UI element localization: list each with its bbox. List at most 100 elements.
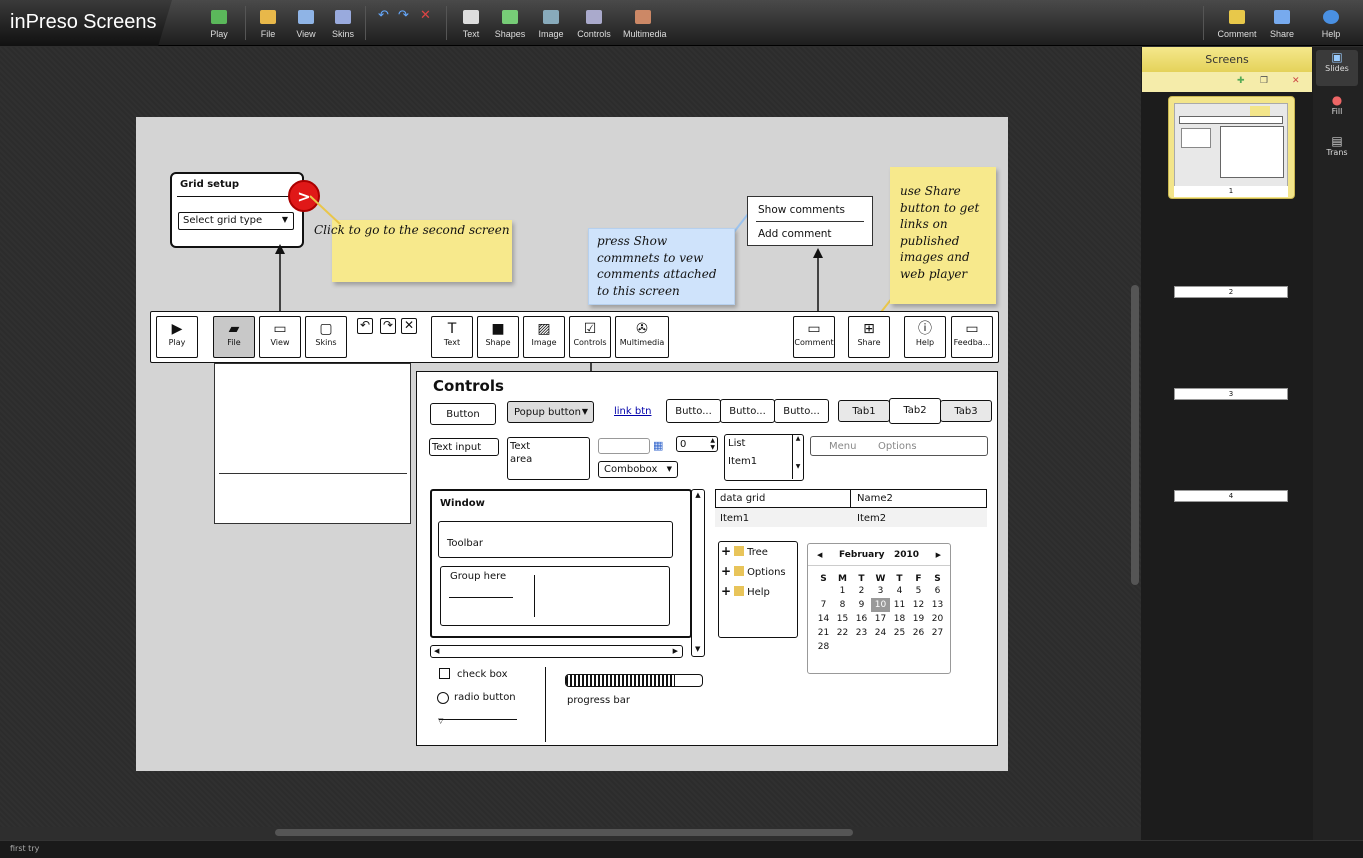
- calendar-day[interactable]: 14: [814, 612, 833, 626]
- slide-thumb-1[interactable]: 1: [1168, 96, 1295, 199]
- mock-list[interactable]: List Item1 ▲ ▼: [724, 434, 804, 481]
- mock-skins-button[interactable]: ▢ Skins: [305, 316, 347, 358]
- mock-button-label: Skins: [315, 338, 337, 347]
- mock-popup-button[interactable]: Popup button ▼: [507, 401, 594, 423]
- calendar-day[interactable]: 24: [871, 626, 890, 640]
- mock-multimedia-button[interactable]: ✇ Multimedia: [615, 316, 669, 358]
- mock-image-button[interactable]: ▨ Image: [523, 316, 565, 358]
- show-comments-item[interactable]: Show comments: [758, 204, 845, 216]
- calendar-day[interactable]: 2: [852, 584, 871, 598]
- delete-screen-icon[interactable]: ✕: [1292, 76, 1300, 86]
- mock-menu-bar[interactable]: Menu Options: [810, 436, 988, 456]
- mock-hscroll[interactable]: ◀ ▶: [430, 645, 683, 658]
- slide-thumb-3[interactable]: 3: [1174, 388, 1288, 400]
- calendar-day[interactable]: 21: [814, 626, 833, 640]
- mock-seg-2[interactable]: Butto...: [720, 399, 775, 423]
- calendar-day[interactable]: 15: [833, 612, 852, 626]
- mock-view-button[interactable]: ▭ View: [259, 316, 301, 358]
- mock-play-button[interactable]: ▶ Play: [156, 316, 198, 358]
- comment-menu: Show comments Add comment: [747, 196, 873, 246]
- tree-item[interactable]: + Options: [721, 564, 786, 578]
- calendar-day[interactable]: 5: [909, 584, 928, 598]
- calendar-day[interactable]: 13: [928, 598, 947, 612]
- calendar-day[interactable]: 6: [928, 584, 947, 598]
- slide-thumb-4[interactable]: 4: [1174, 490, 1288, 502]
- expand-icon[interactable]: +: [721, 544, 731, 558]
- tree-item[interactable]: + Help: [721, 584, 770, 598]
- mock-controls-button[interactable]: ☑ Controls: [569, 316, 611, 358]
- mock-button-label: Multimedia: [619, 338, 665, 347]
- mock-comment-button[interactable]: ▭ Comment: [793, 316, 835, 358]
- calendar-day[interactable]: 19: [909, 612, 928, 626]
- mock-window: Window Toolbar Group here: [430, 489, 692, 638]
- calendar-day[interactable]: 12: [909, 598, 928, 612]
- mock-feedba-button[interactable]: ▭ Feedba...: [951, 316, 993, 358]
- mock-link-button[interactable]: link btn: [614, 406, 651, 417]
- add-comment-item[interactable]: Add comment: [758, 228, 832, 240]
- mock-button-label: Comment: [794, 338, 834, 347]
- add-screen-icon[interactable]: ✚: [1237, 76, 1245, 86]
- calendar-day[interactable]: 8: [833, 598, 852, 612]
- mock-share-button[interactable]: ⊞ Share: [848, 316, 890, 358]
- tab-slides[interactable]: ▣ Slides: [1316, 50, 1358, 86]
- delete-icon[interactable]: ✕: [401, 318, 417, 334]
- mock-tab-3[interactable]: Tab3: [940, 400, 992, 422]
- calendar-icon[interactable]: ▦: [653, 439, 663, 452]
- calendar-day[interactable]: 3: [871, 584, 890, 598]
- mock-text-area[interactable]: Text area: [507, 437, 590, 480]
- calendar-day[interactable]: 28: [814, 640, 833, 654]
- calendar-day[interactable]: 18: [890, 612, 909, 626]
- mock-radio[interactable]: [437, 692, 449, 704]
- mock-button[interactable]: Button: [430, 403, 496, 425]
- mock-tab-1[interactable]: Tab1: [838, 400, 890, 422]
- mock-tab-2[interactable]: Tab2: [889, 398, 941, 424]
- mock-shape-button[interactable]: ■ Shape: [477, 316, 519, 358]
- slider-thumb-icon[interactable]: ▽: [438, 717, 443, 725]
- tree-item[interactable]: + Tree: [721, 544, 768, 558]
- mock-slider[interactable]: [439, 719, 517, 720]
- calendar-day[interactable]: 27: [928, 626, 947, 640]
- calendar-day[interactable]: 22: [833, 626, 852, 640]
- calendar-day[interactable]: 25: [890, 626, 909, 640]
- calendar-day[interactable]: 10: [871, 598, 890, 612]
- mock-file-button[interactable]: ▰ File: [213, 316, 255, 358]
- expand-icon[interactable]: +: [721, 584, 731, 598]
- calendar-day[interactable]: 1: [833, 584, 852, 598]
- calendar-day[interactable]: 11: [890, 598, 909, 612]
- weekday-label: M: [838, 574, 847, 584]
- mock-stepper[interactable]: 0 ▲ ▼: [676, 436, 718, 452]
- calendar-day[interactable]: 4: [890, 584, 909, 598]
- calendar-day[interactable]: 26: [909, 626, 928, 640]
- duplicate-screen-icon[interactable]: ❐: [1260, 76, 1268, 86]
- mock-seg-1[interactable]: Butto...: [666, 399, 721, 423]
- mock-checkbox[interactable]: [439, 668, 450, 679]
- weekday-label: S: [934, 574, 941, 584]
- redo-icon[interactable]: ↷: [380, 318, 396, 334]
- calendar-day[interactable]: 17: [871, 612, 890, 626]
- next-month-icon[interactable]: ▶: [936, 544, 941, 566]
- mock-text-input[interactable]: Text input: [429, 438, 499, 456]
- mock-help-button[interactable]: ⓘ Help: [904, 316, 946, 358]
- mock-seg-3[interactable]: Butto...: [774, 399, 829, 423]
- calendar-day[interactable]: 7: [814, 598, 833, 612]
- tab-trans[interactable]: ▤ Trans: [1316, 134, 1358, 170]
- mock-vscroll[interactable]: ▲ ▼: [691, 489, 705, 657]
- calendar-day[interactable]: 16: [852, 612, 871, 626]
- expand-icon[interactable]: +: [721, 564, 731, 578]
- calendar-day: [928, 640, 947, 654]
- undo-icon[interactable]: ↶: [357, 318, 373, 334]
- mock-vslider[interactable]: [545, 667, 546, 742]
- mock-date-field[interactable]: [598, 438, 650, 454]
- mock-button-label: Help: [915, 338, 935, 347]
- tab-fill[interactable]: ● Fill: [1316, 93, 1358, 129]
- slide-thumb-2[interactable]: 2: [1174, 286, 1288, 298]
- screens-panel-actions: ✚ ❐ ✕: [1142, 72, 1312, 92]
- calendar-day[interactable]: 23: [852, 626, 871, 640]
- prev-month-icon[interactable]: ◀: [817, 544, 822, 566]
- mock-combobox[interactable]: Combobox ▼: [598, 461, 678, 478]
- calendar-day: [814, 584, 833, 598]
- calendar-day[interactable]: 9: [852, 598, 871, 612]
- calendar-day[interactable]: 20: [928, 612, 947, 626]
- mock-text-button[interactable]: T Text: [431, 316, 473, 358]
- folder-icon: ▰: [228, 321, 240, 337]
